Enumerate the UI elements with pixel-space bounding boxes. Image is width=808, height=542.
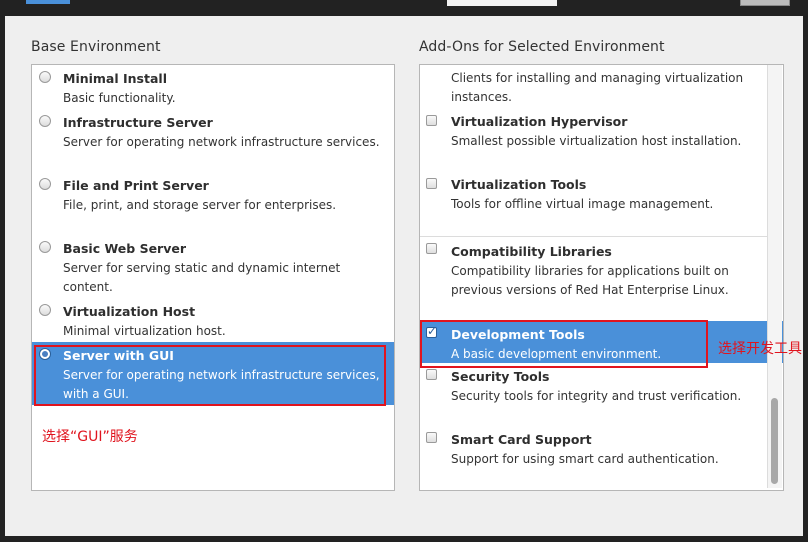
window-top-bar [0,0,808,16]
window-left-border [0,16,5,542]
env-file-print-server[interactable]: File and Print Server File, print, and s… [32,172,394,235]
env-title: Infrastructure Server [63,115,213,130]
env-description: File, print, and storage server for ente… [63,198,337,212]
radio-button[interactable] [39,178,51,190]
top-right-button-edge[interactable] [740,0,790,6]
addon-title: Security Tools [451,369,550,384]
radio-button[interactable] [39,304,51,316]
env-title: Minimal Install [63,71,167,86]
env-title: Virtualization Host [63,304,196,319]
addon-description: Compatibility libraries for applications… [451,264,729,297]
window-right-border [803,16,808,542]
env-minimal-install[interactable]: Minimal Install Basic functionality. [32,65,394,109]
addon-description: Clients for installing and managing virt… [451,71,744,104]
annotation-dev-note: 选择开发工具 [718,341,802,357]
addon-title: Compatibility Libraries [451,244,612,259]
addon-title: Smart Card Support [451,432,592,447]
env-infrastructure-server[interactable]: Infrastructure Server Server for operati… [32,109,394,172]
env-virtualization-host[interactable]: Virtualization Host Minimal virtualizati… [32,298,394,342]
addon-security-tools[interactable]: Security Tools Security tools for integr… [420,363,783,426]
checkbox[interactable] [426,432,437,443]
addon-description: Tools for offline virtual image manageme… [451,197,714,211]
env-description: Server for operating network infrastruct… [63,135,380,149]
addon-title: Virtualization Tools [451,177,587,192]
addons-heading: Add-Ons for Selected Environment [419,39,665,55]
env-description: Server for serving static and dynamic in… [63,261,341,294]
top-left-button-edge[interactable] [26,0,70,4]
annotation-gui-note: 选择“GUI”服务 [42,429,138,445]
checkbox[interactable] [426,369,437,380]
addons-scrollbar-thumb[interactable] [771,398,778,484]
top-center-field-edge [447,0,557,6]
addon-smart-card-support[interactable]: Smart Card Support Support for using sma… [420,426,783,489]
addon-virtualization-hypervisor[interactable]: Virtualization Hypervisor Smallest possi… [420,109,783,172]
addon-title: Virtualization Hypervisor [451,114,628,129]
addon-description: Security tools for integrity and trust v… [451,389,742,403]
addons-list: Clients for installing and managing virt… [419,64,784,491]
radio-button[interactable] [39,71,51,83]
addon-compatibility-libraries[interactable]: Compatibility Libraries Compatibility li… [420,237,783,321]
env-description: Minimal virtualization host. [63,324,226,338]
window-bottom-border [0,536,808,542]
env-basic-web-server[interactable]: Basic Web Server Server for serving stat… [32,235,394,298]
annotation-box-dev-tools [420,320,708,368]
annotation-box-gui [34,345,386,406]
radio-button[interactable] [39,115,51,127]
env-title: Basic Web Server [63,241,187,256]
env-title: File and Print Server [63,178,209,193]
radio-button[interactable] [39,241,51,253]
env-description: Basic functionality. [63,91,176,105]
addon-virtualization-client-partial[interactable]: Clients for installing and managing virt… [420,65,783,109]
checkbox[interactable] [426,178,437,189]
addon-description: Support for using smart card authenticat… [451,452,719,466]
checkbox[interactable] [426,115,437,126]
addon-virtualization-tools[interactable]: Virtualization Tools Tools for offline v… [420,172,783,235]
addon-description: Smallest possible virtualization host in… [451,134,742,148]
checkbox[interactable] [426,243,437,254]
base-environment-heading: Base Environment [31,39,161,55]
